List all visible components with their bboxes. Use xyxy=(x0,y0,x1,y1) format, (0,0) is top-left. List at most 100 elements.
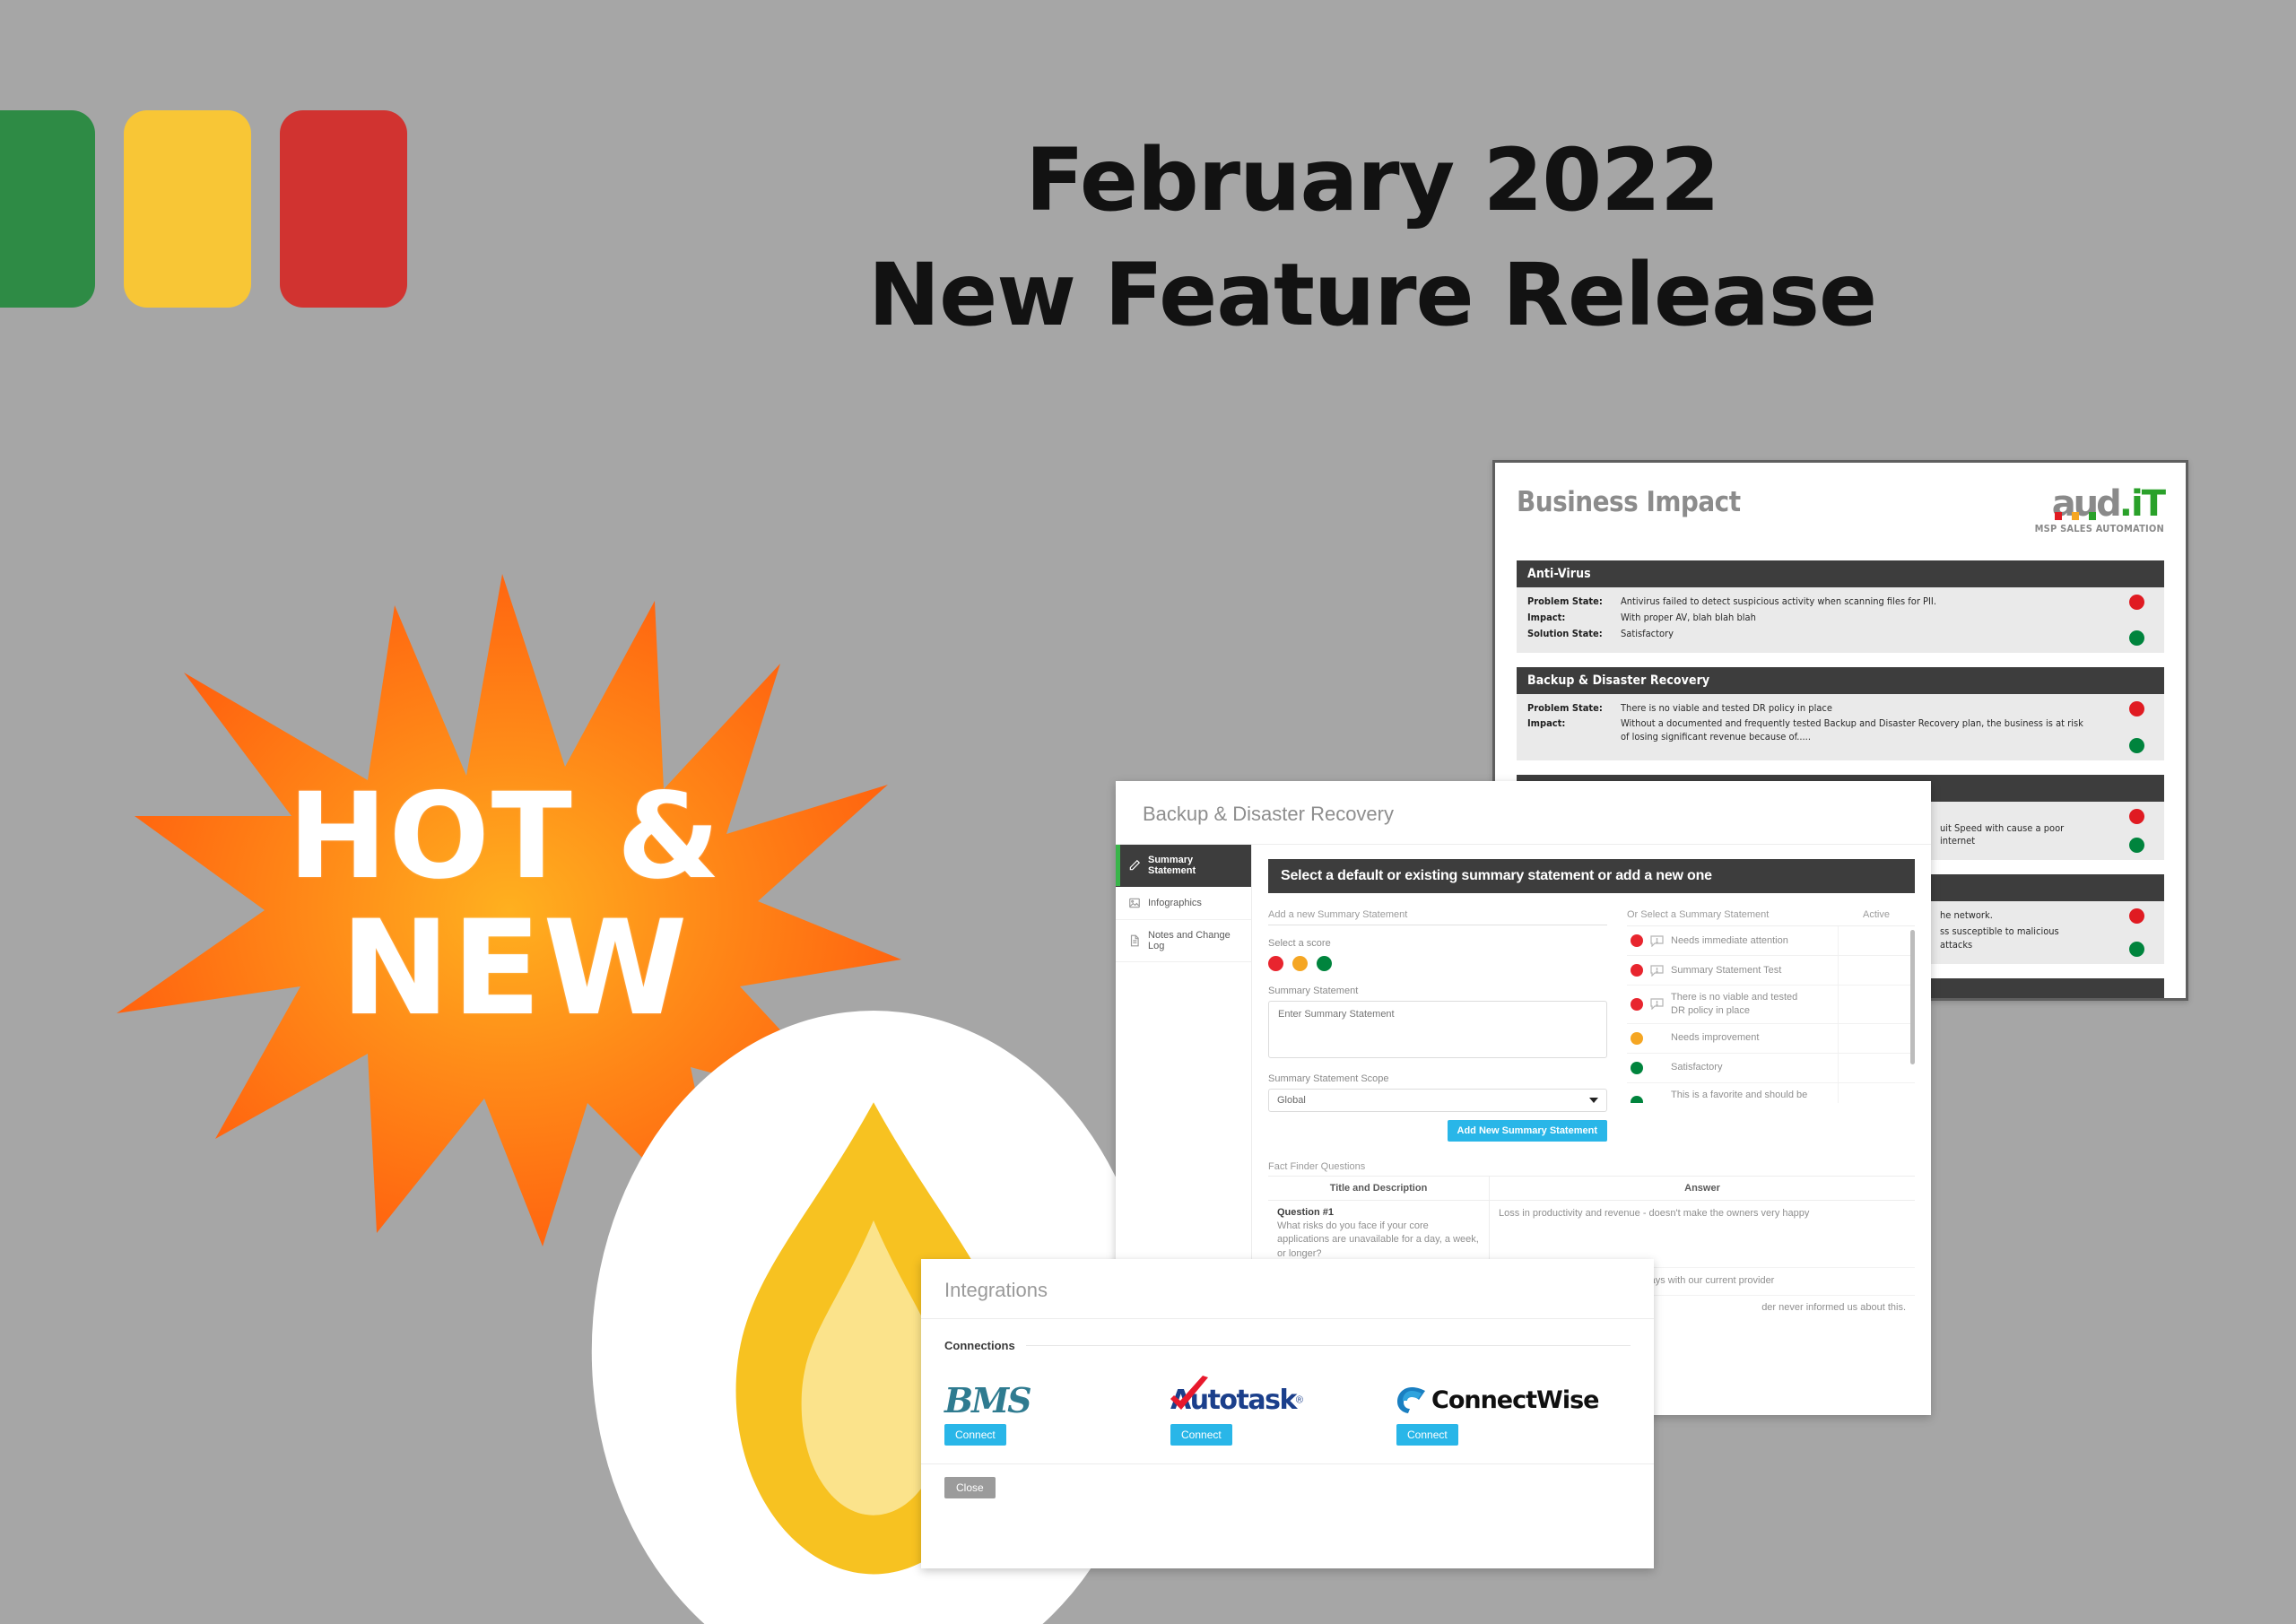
question-description: What risks do you face if your core appl… xyxy=(1277,1220,1479,1259)
connections-header: Connections xyxy=(944,1339,1631,1352)
section-row: Solution State: Satisfactory xyxy=(1527,628,2153,641)
hot-and-new-badge: HOT & NEW xyxy=(99,565,1156,1624)
list-item-label: Needs improvement xyxy=(1671,1032,1760,1044)
active-cell[interactable] xyxy=(1838,1082,1915,1103)
score-label: Select a score xyxy=(1268,938,1331,949)
list-scrollbar[interactable] xyxy=(1910,930,1915,1064)
modal-title: Backup & Disaster Recovery xyxy=(1116,781,1931,845)
section-body: Problem State: There is no viable and te… xyxy=(1517,693,2164,760)
active-cell[interactable] xyxy=(1838,956,1915,985)
comment-icon xyxy=(1650,964,1664,977)
section-body: Problem State: Antivirus failed to detec… xyxy=(1517,587,2164,653)
field-divider xyxy=(1268,924,1607,925)
statements-list[interactable]: Needs immediate attention Summary Statem… xyxy=(1627,925,1915,1103)
close-button[interactable]: Close xyxy=(944,1477,996,1498)
integrations-modal: Integrations Connections BMS Connect Aut… xyxy=(921,1259,1654,1568)
connect-button-autotask[interactable]: Connect xyxy=(1170,1424,1232,1446)
list-item-label: Satisfactory xyxy=(1671,1062,1723,1073)
status-dot-red xyxy=(2129,595,2144,610)
scope-select[interactable]: Global xyxy=(1268,1089,1607,1112)
existing-statements-panel: Or Select a Summary Statement Active Nee… xyxy=(1627,909,1915,1142)
audit-logo: aud.iT MSP SALES AUTOMATION xyxy=(2034,486,2166,534)
connect-button-bms[interactable]: Connect xyxy=(944,1424,1006,1446)
integrations-footer: Close xyxy=(921,1463,1654,1511)
score-selector[interactable] xyxy=(1268,956,1607,971)
sidebar-item-infographics[interactable]: Infographics xyxy=(1116,887,1251,920)
sidebar-item-label: Notes and Change Log xyxy=(1148,930,1231,951)
document-icon xyxy=(1130,934,1139,947)
table-row: Question #1 What risks do you face if yo… xyxy=(1268,1201,1915,1269)
status-dot xyxy=(1631,934,1643,947)
question-answer: Loss in productivity and revenue - doesn… xyxy=(1499,1208,1810,1219)
section-row: Problem State: There is no viable and te… xyxy=(1527,702,2153,716)
fact-finder-label: Fact Finder Questions xyxy=(1268,1161,1366,1172)
status-dot-green xyxy=(2129,630,2144,646)
page-title: February 2022 New Feature Release xyxy=(789,124,1955,352)
active-cell[interactable] xyxy=(1838,1053,1915,1082)
sidebar-item-notes-change-log[interactable]: Notes and Change Log xyxy=(1116,920,1251,962)
score-option-red[interactable] xyxy=(1268,956,1283,971)
summary-statement-label: Summary Statement xyxy=(1268,986,1359,996)
status-dots xyxy=(2129,700,2144,753)
green-swatch xyxy=(0,110,95,308)
status-dot xyxy=(1631,997,1643,1011)
row-value: There is no viable and tested DR policy … xyxy=(1621,701,1832,714)
list-item-label: This is a favorite and should be listed … xyxy=(1671,1089,1808,1103)
title-line-2: New Feature Release xyxy=(867,244,1877,345)
status-dot-red xyxy=(2129,700,2144,716)
status-dots xyxy=(2129,595,2144,646)
add-new-summary-statement-button[interactable]: Add New Summary Statement xyxy=(1447,1120,1607,1142)
summary-statement-input[interactable] xyxy=(1268,1001,1607,1058)
add-statement-form: Add a new Summary Statement Select a sco… xyxy=(1268,909,1607,1142)
scope-value: Global xyxy=(1277,1095,1306,1106)
status-dots xyxy=(2129,808,2144,854)
list-item[interactable]: Needs immediate attention xyxy=(1627,926,1915,956)
row-label: Solution State: xyxy=(1527,627,1603,639)
sidebar-item-summary-statement[interactable]: Summary Statement xyxy=(1116,845,1251,887)
yellow-swatch xyxy=(124,110,251,308)
pencil-icon xyxy=(1129,859,1141,871)
connection-card-bms: BMS Connect xyxy=(944,1376,1170,1446)
score-option-amber[interactable] xyxy=(1292,956,1308,971)
row-value: Antivirus failed to detect suspicious ac… xyxy=(1621,595,1936,607)
connect-button-connectwise[interactable]: Connect xyxy=(1396,1424,1458,1446)
logo-dots xyxy=(2054,512,2096,520)
list-item[interactable]: Summary Statement Test xyxy=(1627,956,1915,986)
sidebar-item-label: Summary Statement xyxy=(1148,855,1196,876)
integrations-title: Integrations xyxy=(921,1259,1654,1319)
column-header-answer: Answer xyxy=(1489,1177,1915,1200)
row-label: Problem State: xyxy=(1527,701,1603,714)
comment-icon xyxy=(1650,934,1664,947)
logo-tagline: MSP SALES AUTOMATION xyxy=(2034,523,2164,534)
row-value: With proper AV, blah blah blah xyxy=(1621,611,1756,623)
status-dot xyxy=(1631,1061,1643,1074)
document-header: Business Impact aud.iT MSP SALES AUTOMAT… xyxy=(1517,486,2166,534)
document-section: Backup & Disaster Recovery Problem State… xyxy=(1517,666,2164,760)
active-cell[interactable] xyxy=(1838,926,1915,955)
list-item-label: There is no viable and tested DR policy … xyxy=(1671,992,1798,1016)
connectwise-mark-icon xyxy=(1397,1387,1425,1413)
active-cell[interactable] xyxy=(1838,1023,1915,1053)
registered-mark: ® xyxy=(1295,1394,1304,1406)
status-dot-red xyxy=(2129,808,2144,824)
list-item[interactable]: This is a favorite and should be listed … xyxy=(1627,1082,1915,1103)
list-item[interactable]: Needs improvement xyxy=(1627,1023,1915,1054)
logo-dot-amber xyxy=(2071,512,2079,520)
section-row: Impact: Without a documented and frequen… xyxy=(1527,717,2153,744)
score-option-green[interactable] xyxy=(1317,956,1332,971)
status-dot-red xyxy=(2129,908,2144,925)
scope-label: Summary Statement Scope xyxy=(1268,1073,1389,1084)
status-dots xyxy=(2129,908,2144,957)
red-swatch xyxy=(280,110,407,308)
divider xyxy=(1025,1345,1631,1346)
brand-swatches xyxy=(0,110,407,308)
table-header-row: Title and Description Answer xyxy=(1268,1177,1915,1201)
question-title: Question #1 xyxy=(1277,1207,1334,1218)
status-dot xyxy=(1631,1031,1643,1045)
list-item[interactable]: There is no viable and tested DR policy … xyxy=(1627,986,1915,1024)
section-heading: Anti-Virus xyxy=(1517,560,2164,587)
row-value: Without a documented and frequently test… xyxy=(1621,717,2083,743)
connection-card-connectwise: ConnectWise Connect xyxy=(1396,1376,1622,1446)
active-cell[interactable] xyxy=(1838,986,1915,1023)
list-item[interactable]: Satisfactory xyxy=(1627,1053,1915,1083)
